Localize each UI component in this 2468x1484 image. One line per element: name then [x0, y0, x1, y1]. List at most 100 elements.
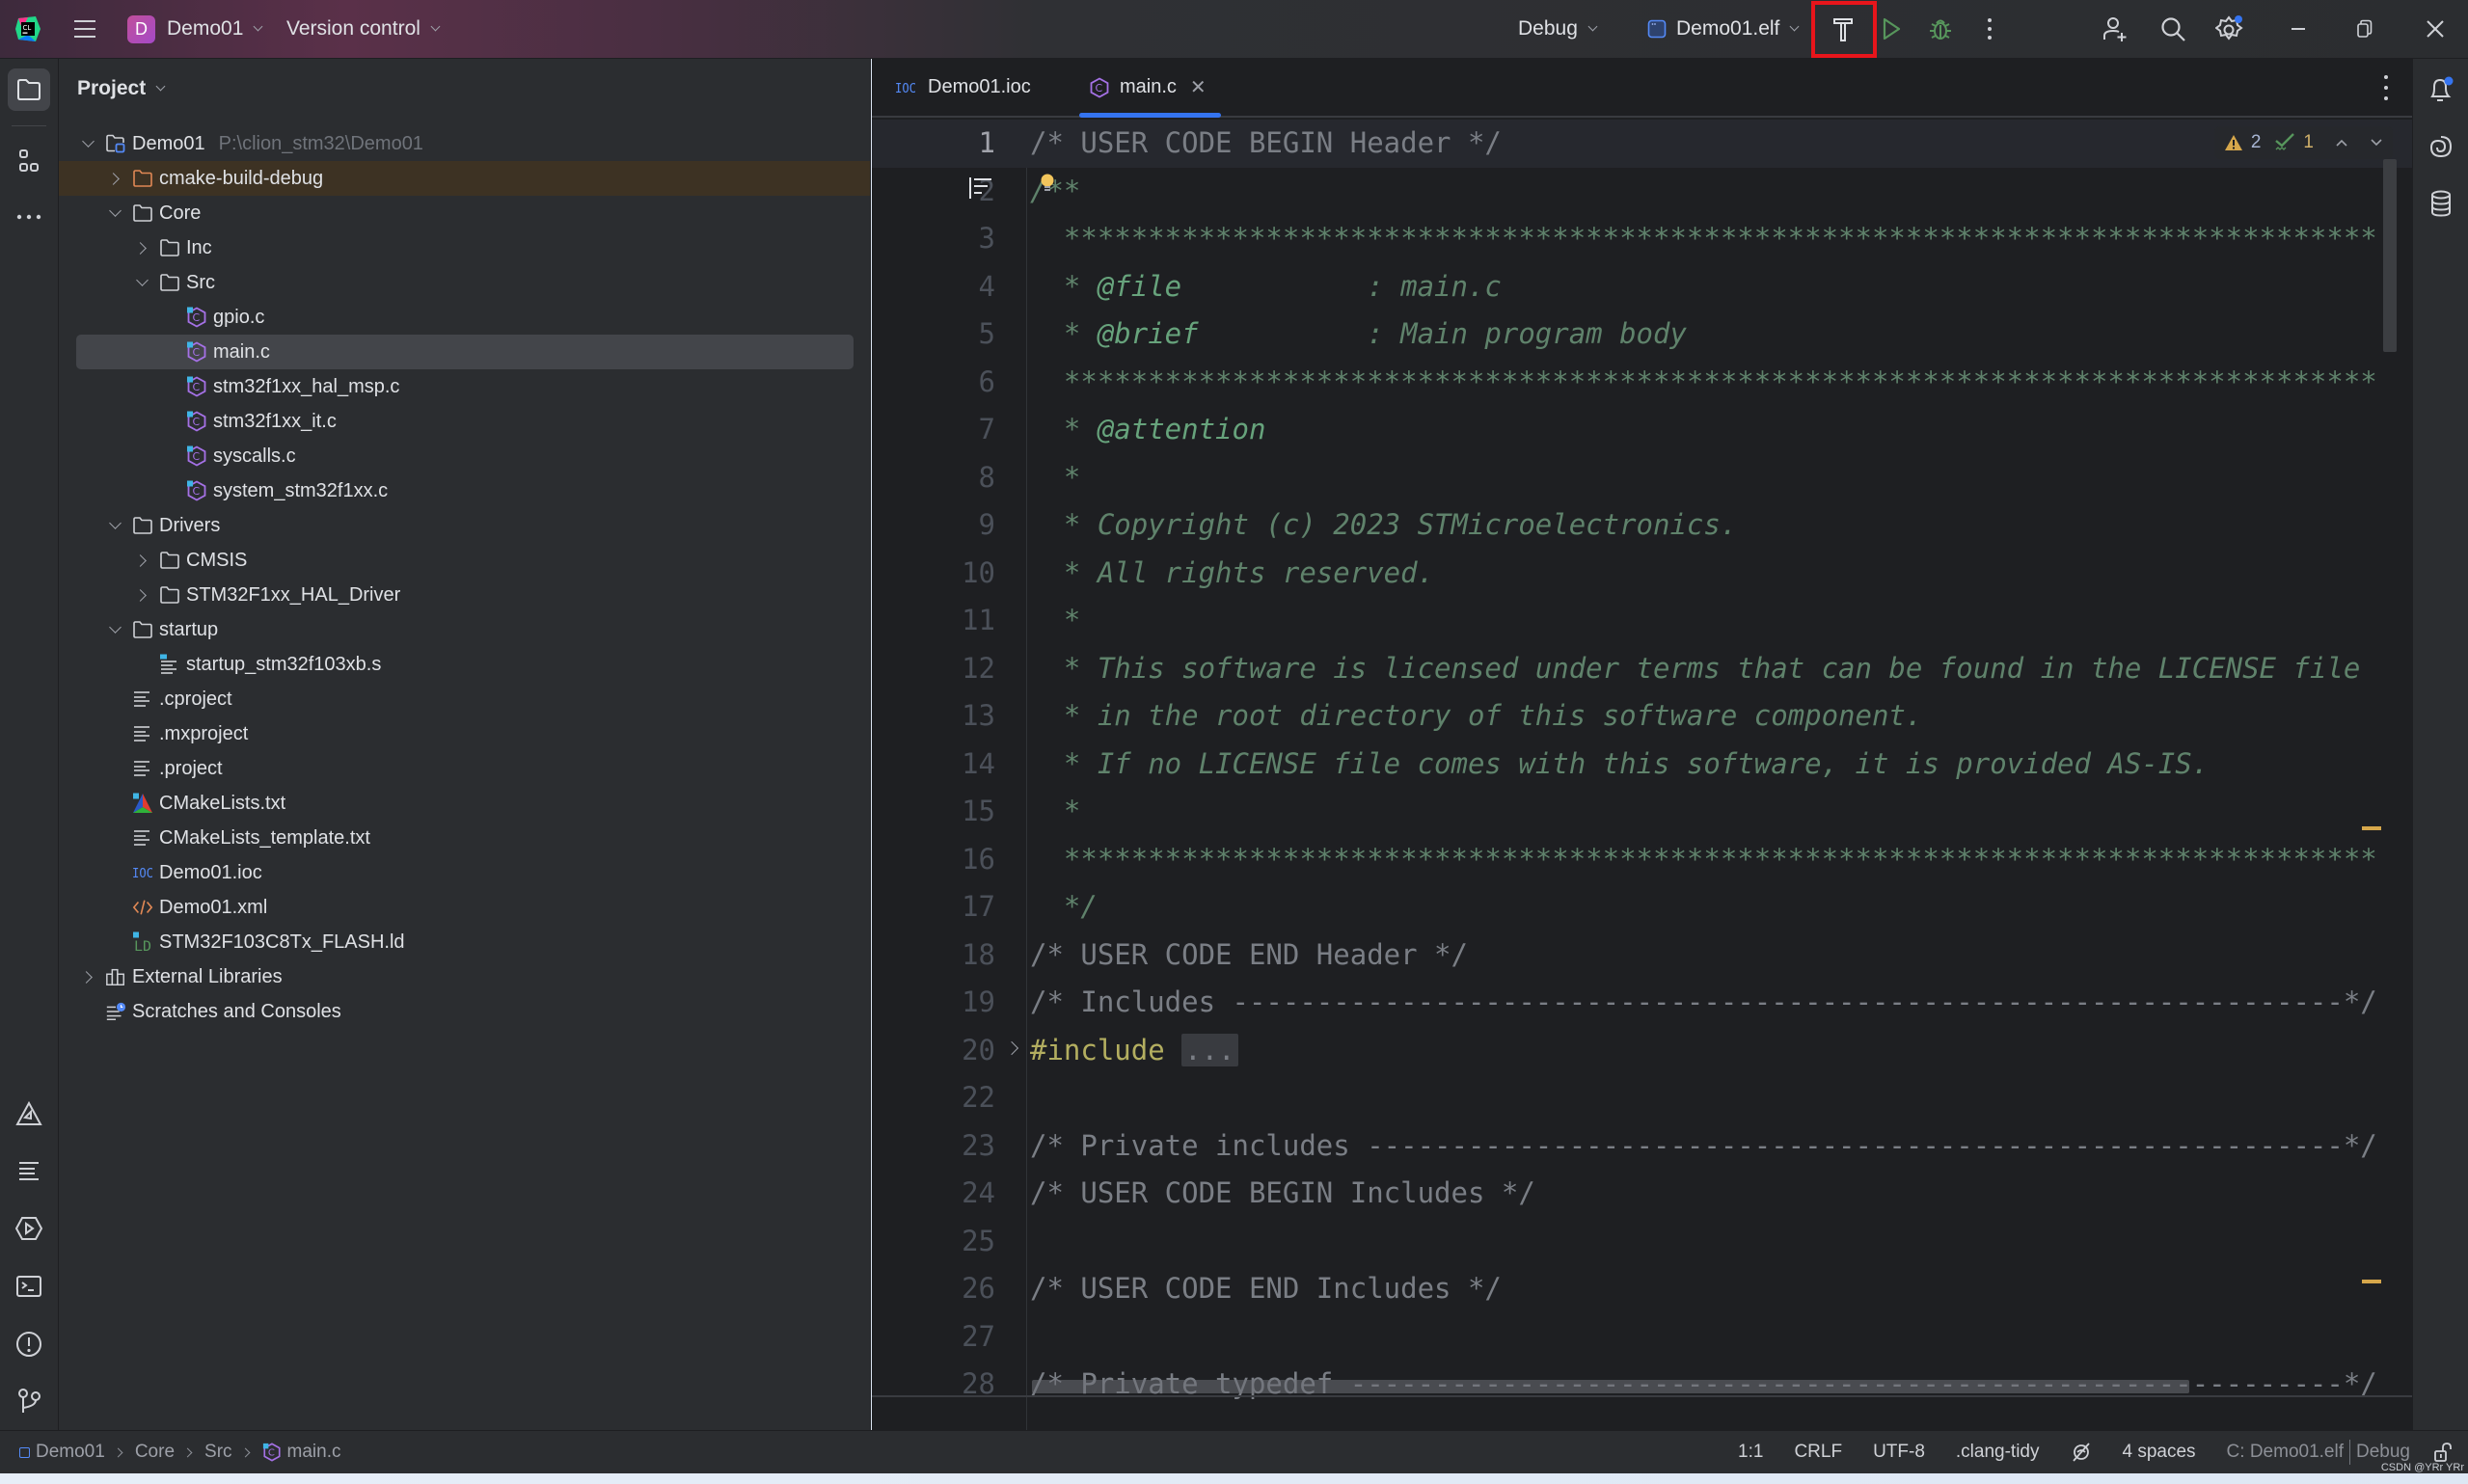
line-number[interactable]: 7 — [872, 406, 995, 454]
close-tab-icon[interactable]: ✕ — [1190, 75, 1207, 99]
line-number[interactable]: 11 — [872, 597, 995, 645]
line-number[interactable]: 27 — [872, 1313, 995, 1362]
chevron-right-icon[interactable] — [132, 238, 151, 257]
tree-item[interactable]: Src — [59, 265, 870, 300]
project-tool-button[interactable] — [8, 68, 50, 111]
tree-item[interactable]: startup — [59, 612, 870, 647]
more-tool-windows-button[interactable] — [8, 196, 50, 238]
clion-logo-icon[interactable]: CL — [9, 10, 47, 48]
previous-highlight-icon[interactable] — [2335, 138, 2348, 148]
intention-bulb-icon[interactable] — [1040, 174, 1055, 195]
chevron-down-icon[interactable] — [105, 203, 124, 223]
tree-item[interactable]: Demo01 P:\clion_stm32\Demo01 — [59, 126, 870, 161]
line-number[interactable]: 25 — [872, 1218, 995, 1266]
tree-item[interactable]: .project — [59, 751, 870, 786]
warning-stripe-marker[interactable] — [2362, 1280, 2381, 1283]
git-tool-button[interactable] — [8, 1380, 50, 1422]
breadcrumb-item[interactable]: Demo01 — [36, 1442, 105, 1463]
tree-item[interactable]: cmake-build-debug — [59, 161, 870, 196]
fold-expand-icon[interactable] — [1004, 1040, 1019, 1055]
database-button[interactable] — [2422, 184, 2460, 223]
tree-item[interactable]: IOC Demo01.ioc — [59, 855, 870, 890]
tree-item[interactable]: Demo01.xml — [59, 890, 870, 925]
line-number[interactable]: 3 — [872, 215, 995, 263]
line-number[interactable]: 26 — [872, 1265, 995, 1313]
line-number[interactable]: 6 — [872, 359, 995, 407]
code-area[interactable]: 1/* USER CODE BEGIN Header */2/** 3 *****… — [872, 120, 2412, 1430]
line-number[interactable]: 1 — [872, 120, 995, 168]
line-number[interactable]: 22 — [872, 1074, 995, 1122]
tree-item[interactable]: CMSIS — [59, 543, 870, 578]
tree-item[interactable]: Core — [59, 196, 870, 230]
tree-item[interactable]: Cstm32f1xx_it.c — [59, 404, 870, 439]
line-number[interactable]: 23 — [872, 1122, 995, 1171]
tree-item[interactable]: Csyscalls.c — [59, 439, 870, 473]
more-actions-button[interactable] — [1970, 10, 2009, 48]
chevron-right-icon[interactable] — [132, 585, 151, 605]
breadcrumb-item[interactable]: Core — [135, 1442, 175, 1463]
line-number[interactable]: 24 — [872, 1170, 995, 1218]
chevron-down-icon[interactable] — [105, 516, 124, 535]
indent-setting[interactable]: 4 spaces — [2123, 1442, 2196, 1463]
tree-item[interactable]: .mxproject — [59, 716, 870, 751]
tree-item[interactable]: Cgpio.c — [59, 300, 870, 335]
line-number[interactable]: 13 — [872, 692, 995, 741]
minimize-window-button[interactable] — [2279, 10, 2318, 48]
chevron-right-icon[interactable] — [78, 967, 97, 986]
tree-item[interactable]: Cmain.c — [59, 335, 870, 369]
line-number[interactable]: 19 — [872, 979, 995, 1027]
settings-button[interactable] — [2210, 10, 2249, 48]
services-tool-button[interactable] — [8, 1207, 50, 1250]
project-switcher[interactable]: D Demo01 — [127, 0, 263, 58]
tree-item[interactable]: Csystem_stm32f1xx.c — [59, 473, 870, 508]
tree-item[interactable]: External Libraries — [59, 959, 870, 994]
line-number[interactable]: 5 — [872, 310, 995, 359]
tree-item[interactable]: Inc — [59, 230, 870, 265]
warning-stripe-marker[interactable] — [2362, 826, 2381, 830]
line-number[interactable]: 4 — [872, 263, 995, 311]
debug-button[interactable] — [1921, 10, 1960, 48]
problems-tool-button[interactable] — [8, 1323, 50, 1365]
tree-item[interactable]: Cstm32f1xx_hal_msp.c — [59, 369, 870, 404]
breadcrumb-item[interactable]: Src — [204, 1442, 232, 1463]
main-menu-button[interactable] — [66, 10, 104, 48]
breadcrumb-item[interactable]: main.c — [287, 1442, 341, 1463]
tree-item[interactable]: Scratches and Consoles — [59, 994, 870, 1029]
chevron-down-icon[interactable] — [132, 273, 151, 292]
search-everywhere-button[interactable] — [2154, 10, 2192, 48]
line-number[interactable]: 15 — [872, 788, 995, 836]
project-view-selector[interactable]: Project — [77, 72, 166, 105]
folded-code-placeholder[interactable]: ... — [1181, 1033, 1238, 1066]
notifications-button[interactable] — [2422, 70, 2460, 109]
ai-completion-disabled-icon[interactable] — [2071, 1442, 2092, 1463]
tree-item[interactable]: STM32F1xx_HAL_Driver — [59, 578, 870, 612]
code-style[interactable]: .clang-tidy — [1956, 1442, 2040, 1463]
tree-item[interactable]: Drivers — [59, 508, 870, 543]
line-number[interactable]: 17 — [872, 883, 995, 931]
messages-tool-button[interactable] — [8, 1149, 50, 1192]
vcs-menu[interactable]: Version control — [286, 0, 441, 58]
line-number[interactable]: 9 — [872, 501, 995, 550]
line-number[interactable]: 18 — [872, 931, 995, 980]
run-configuration-selector[interactable]: Demo01.elf — [1647, 0, 1800, 58]
tree-item[interactable]: startup_stm32f103xb.s — [59, 647, 870, 682]
tree-item[interactable]: .cproject — [59, 682, 870, 716]
structure-tool-button[interactable] — [8, 140, 50, 182]
line-number[interactable]: 10 — [872, 550, 995, 598]
line-number[interactable]: 20 — [872, 1027, 995, 1075]
build-profile-selector[interactable]: Debug — [1518, 0, 1598, 58]
chevron-down-icon[interactable] — [78, 134, 97, 153]
chevron-right-icon[interactable] — [105, 169, 124, 188]
line-number[interactable]: 8 — [872, 454, 995, 502]
vertical-scrollbar[interactable] — [2383, 159, 2397, 352]
line-number[interactable]: 28 — [872, 1361, 995, 1409]
line-number[interactable]: 16 — [872, 836, 995, 884]
run-button[interactable] — [1872, 10, 1911, 48]
tab-demo01-ioc[interactable]: IOC Demo01.ioc — [893, 59, 1031, 116]
chevron-right-icon[interactable] — [132, 551, 151, 570]
chevron-down-icon[interactable] — [105, 620, 124, 639]
next-highlight-icon[interactable] — [2370, 138, 2383, 148]
inspections-widget[interactable]: 2 1 — [2213, 126, 2393, 159]
file-encoding[interactable]: UTF-8 — [1873, 1442, 1925, 1463]
line-number[interactable]: 12 — [872, 645, 995, 693]
